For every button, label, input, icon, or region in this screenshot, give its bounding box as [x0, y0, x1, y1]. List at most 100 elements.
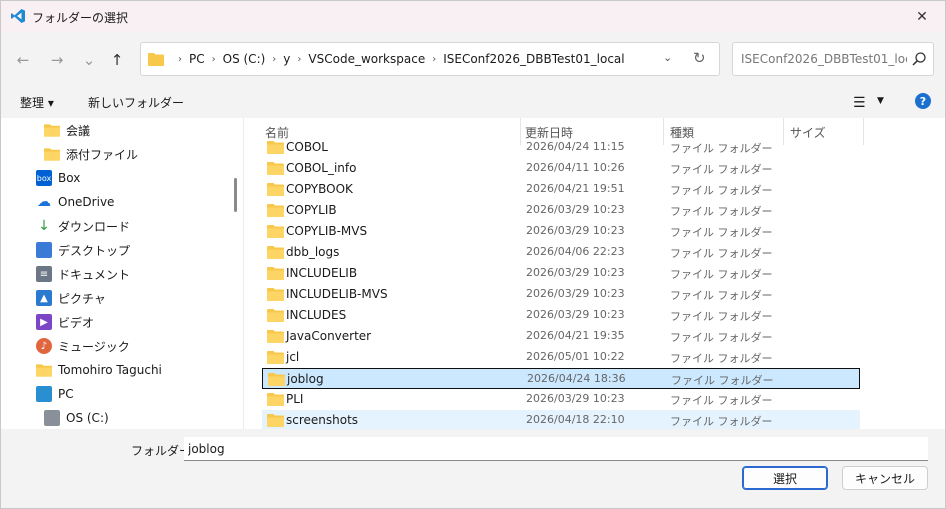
file-modified: 2026/05/01 10:22 — [526, 350, 625, 363]
content-area: 会議添付ファイル box Box ☁ OneDrive ↓ ダウンロードデスクトップ ≡ ドキュ… — [1, 118, 945, 429]
organize-button[interactable]: 整理 ▾ — [20, 94, 54, 111]
view-options-chevron-icon[interactable]: ▼ — [877, 96, 884, 106]
breadcrumb-workspace[interactable]: VSCode_workspace — [308, 52, 425, 66]
table-row[interactable]: screenshots 2026/04/18 22:10 ファイル フォルダー — [262, 410, 860, 429]
table-row[interactable]: PLI 2026/03/29 10:23 ファイル フォルダー — [262, 389, 860, 410]
desktop-icon — [36, 242, 52, 258]
document-icon: ≡ — [36, 266, 52, 282]
folder-icon — [267, 245, 284, 259]
folder-icon — [267, 308, 284, 322]
file-name: COBOL_info — [286, 161, 357, 175]
title-bar: フォルダーの選択 ✕ — [1, 1, 945, 32]
cloud-icon: ☁ — [37, 194, 51, 210]
file-name: COPYLIB — [286, 203, 337, 217]
nav-item-pc[interactable]: PC — [36, 382, 74, 406]
breadcrumb-y[interactable]: y — [283, 52, 290, 66]
file-modified: 2026/04/24 11:15 — [526, 140, 625, 153]
file-name: PLI — [286, 392, 304, 406]
nav-item-box[interactable]: box Box — [36, 166, 80, 190]
navigation-pane: 会議添付ファイル box Box ☁ OneDrive ↓ ダウンロードデスクトップ ≡ ドキュ… — [1, 118, 243, 429]
file-modified: 2026/03/29 10:23 — [526, 287, 625, 300]
nav-item-label: OneDrive — [58, 195, 115, 209]
folder-name-input[interactable] — [184, 437, 928, 461]
nav-item-label: 会議 — [66, 123, 91, 138]
search-box[interactable]: ISEConf2026_DBBTest01_local... — [732, 42, 934, 76]
nav-item-os-c-[interactable]: OS (C:) — [44, 406, 109, 429]
back-button[interactable]: ← — [11, 48, 35, 72]
file-modified: 2026/03/29 10:23 — [526, 224, 625, 237]
navigation-bar: ← → ⌄ ↑ › PC › OS (C:) › y › VSCode_work… — [1, 32, 945, 86]
close-button[interactable]: ✕ — [899, 1, 945, 32]
breadcrumb: › PC › OS (C:) › y › VSCode_workspace › … — [171, 43, 625, 75]
nav-item-label: デスクトップ — [58, 243, 131, 258]
nav-item-会議[interactable]: 会議 — [44, 118, 90, 142]
nav-item-label: Tomohiro Taguchi — [58, 363, 162, 377]
column-separator[interactable] — [863, 118, 864, 145]
table-row[interactable]: INCLUDES 2026/03/29 10:23 ファイル フォルダー — [262, 305, 860, 326]
breadcrumb-separator: › — [297, 53, 302, 65]
table-row[interactable]: jcl 2026/05/01 10:22 ファイル フォルダー — [262, 347, 860, 368]
table-row[interactable]: COBOL 2026/04/24 11:15 ファイル フォルダー — [262, 137, 860, 158]
file-name: COPYBOOK — [286, 182, 353, 196]
breadcrumb-separator: › — [432, 53, 437, 65]
folder-icon — [267, 182, 284, 196]
breadcrumb-current[interactable]: ISEConf2026_DBBTest01_local — [443, 52, 624, 66]
nav-item-ドキュメント[interactable]: ≡ ドキュメント — [36, 262, 130, 286]
folder-icon — [267, 287, 284, 301]
table-row[interactable]: COBOL_info 2026/04/11 10:26 ファイル フォルダー — [262, 158, 860, 179]
recent-locations-button[interactable]: ⌄ — [77, 48, 101, 72]
nav-item-onedrive[interactable]: ☁ OneDrive — [36, 190, 114, 214]
navigation-pane-scrollbar[interactable] — [234, 178, 237, 212]
search-icon — [912, 52, 926, 66]
nav-item-label: 添付ファイル — [66, 147, 139, 162]
nav-item-label: ピクチャ — [58, 291, 106, 306]
nav-item-label: ドキュメント — [58, 267, 131, 282]
folder-icon — [267, 392, 284, 406]
nav-item-ダウンロード[interactable]: ↓ ダウンロード — [36, 214, 130, 238]
file-type: ファイル フォルダー — [671, 374, 774, 387]
file-name: INCLUDES — [286, 308, 347, 322]
sort-ascending-icon: ^ — [385, 118, 393, 125]
nav-item-添付ファイル[interactable]: 添付ファイル — [44, 142, 138, 166]
forward-button[interactable]: → — [45, 48, 69, 72]
address-dropdown-icon[interactable]: ⌄ — [663, 51, 672, 64]
breadcrumb-drive[interactable]: OS (C:) — [223, 52, 266, 66]
new-folder-button[interactable]: 新しいフォルダー — [88, 94, 184, 111]
help-icon[interactable]: ? — [915, 93, 931, 109]
nav-item-label: OS (C:) — [66, 411, 109, 425]
table-row[interactable]: INCLUDELIB 2026/03/29 10:23 ファイル フォルダー — [262, 263, 860, 284]
file-modified: 2026/04/21 19:51 — [526, 182, 625, 195]
nav-item-ミュージック[interactable]: ♪ ミュージック — [36, 334, 130, 358]
folder-icon — [267, 203, 284, 217]
nav-item-tomohiro-taguchi[interactable]: Tomohiro Taguchi — [36, 358, 162, 382]
table-row[interactable]: JavaConverter 2026/04/21 19:35 ファイル フォルダー — [262, 326, 860, 347]
breadcrumb-pc[interactable]: PC — [189, 52, 205, 66]
view-list-icon[interactable]: ☰ — [853, 95, 866, 111]
select-button[interactable]: 選択 — [742, 466, 828, 490]
table-row[interactable]: COPYBOOK 2026/04/21 19:51 ファイル フォルダー — [262, 179, 860, 200]
table-row[interactable]: joblog 2026/04/24 18:36 ファイル フォルダー — [262, 368, 860, 389]
address-bar[interactable]: › PC › OS (C:) › y › VSCode_workspace › … — [140, 42, 720, 76]
file-type: ファイル フォルダー — [670, 289, 773, 302]
up-button[interactable]: ↑ — [105, 48, 129, 72]
table-row[interactable]: COPYLIB 2026/03/29 10:23 ファイル フォルダー — [262, 200, 860, 221]
forward-arrow-icon: → — [50, 51, 64, 69]
file-modified: 2026/04/18 22:10 — [526, 413, 625, 426]
file-modified: 2026/03/29 10:23 — [526, 266, 625, 279]
table-row[interactable]: dbb_logs 2026/04/06 22:23 ファイル フォルダー — [262, 242, 860, 263]
nav-item-label: ダウンロード — [58, 219, 131, 234]
nav-item-label: PC — [58, 387, 74, 401]
search-input[interactable]: ISEConf2026_DBBTest01_local... — [741, 52, 907, 66]
file-name: joblog — [287, 372, 324, 386]
table-row[interactable]: COPYLIB-MVS 2026/03/29 10:23 ファイル フォルダー — [262, 221, 860, 242]
refresh-icon[interactable]: ↻ — [693, 49, 706, 67]
file-modified: 2026/03/29 10:23 — [526, 392, 625, 405]
nav-item-ピクチャ[interactable]: ▲ ピクチャ — [36, 286, 106, 310]
command-bar: 整理 ▾ 新しいフォルダー ☰ ▼ ? — [1, 86, 945, 118]
vscode-icon — [11, 9, 25, 23]
nav-item-デスクトップ[interactable]: デスクトップ — [36, 238, 130, 262]
nav-item-ビデオ[interactable]: ▶ ビデオ — [36, 310, 94, 334]
cancel-button[interactable]: キャンセル — [842, 466, 928, 490]
dialog-footer: フォルダー: 選択 キャンセル — [1, 429, 945, 508]
table-row[interactable]: INCLUDELIB-MVS 2026/03/29 10:23 ファイル フォルダー — [262, 284, 860, 305]
